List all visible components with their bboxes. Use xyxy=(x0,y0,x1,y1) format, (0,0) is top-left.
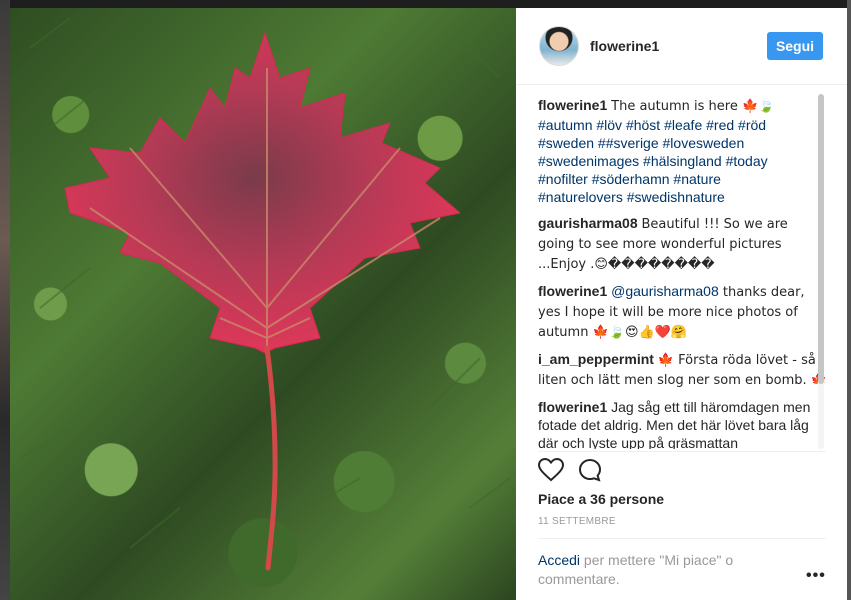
comment-item: i_am_peppermint 🍁 Första röda lövet - så… xyxy=(538,350,828,390)
comment-username[interactable]: i_am_peppermint xyxy=(538,351,654,367)
caption-hashtags-5[interactable]: #naturelovers #swedishnature xyxy=(538,189,725,205)
caption: flowerine1 The autumn is here 🍁🍃 #autumn… xyxy=(538,96,828,206)
comments-scrollbar[interactable] xyxy=(818,94,824,449)
caption-hashtags-2[interactable]: #sweden ##sverige #lovesweden xyxy=(538,135,744,151)
comments-list[interactable]: flowerine1 The autumn is here 🍁🍃 #autumn… xyxy=(538,96,828,449)
comment-icon[interactable] xyxy=(578,458,602,482)
caption-hashtags-3[interactable]: #swedenimages #hälsingland #today xyxy=(538,153,768,169)
caption-text: The autumn is here 🍁🍃 xyxy=(611,99,775,114)
comment-username[interactable]: flowerine1 xyxy=(538,283,607,299)
post-header: flowerine1 Segui xyxy=(516,8,847,85)
backdrop-right-strip xyxy=(847,0,851,600)
comment-item: flowerine1 Jag såg ett till häromdagen m… xyxy=(538,398,828,449)
login-prompt: Accedi per mettere "Mi piace" o commenta… xyxy=(538,551,768,589)
author-username[interactable]: flowerine1 xyxy=(590,38,659,54)
more-options-icon[interactable]: ••• xyxy=(806,567,826,585)
post-date[interactable]: 11 SETTEMBRE xyxy=(538,516,616,527)
caption-hashtags-4[interactable]: #nofilter #söderhamn #nature xyxy=(538,171,721,187)
author-avatar[interactable] xyxy=(539,26,579,66)
leaf-shape xyxy=(64,31,462,354)
post-panel: flowerine1 Segui flowerine1 The autumn i… xyxy=(516,8,847,600)
action-bar xyxy=(538,458,638,484)
divider xyxy=(538,451,826,452)
backdrop-left-strip xyxy=(0,0,10,600)
comment-mention[interactable]: @gaurisharma08 xyxy=(611,283,719,299)
caption-username[interactable]: flowerine1 xyxy=(538,97,607,113)
comment-item: flowerine1 @gaurisharma08 thanks dear, y… xyxy=(538,282,828,342)
likes-count[interactable]: Piace a 36 persone xyxy=(538,491,664,507)
leaf-stem xyxy=(264,345,278,571)
follow-button[interactable]: Segui xyxy=(767,32,823,60)
login-link[interactable]: Accedi xyxy=(538,552,580,568)
comment-username[interactable]: flowerine1 xyxy=(538,399,607,415)
heart-icon[interactable] xyxy=(538,458,564,482)
comment-username[interactable]: gaurisharma08 xyxy=(538,215,638,231)
comment-item: gaurisharma08 Beautiful !!! So we are go… xyxy=(538,214,828,274)
post-photo xyxy=(10,8,516,600)
divider xyxy=(538,538,826,539)
maple-leaf-image xyxy=(19,17,511,571)
caption-hashtags-1[interactable]: #autumn #löv #höst #leafe #red #röd xyxy=(538,117,766,133)
scrollbar-thumb[interactable] xyxy=(818,94,824,384)
